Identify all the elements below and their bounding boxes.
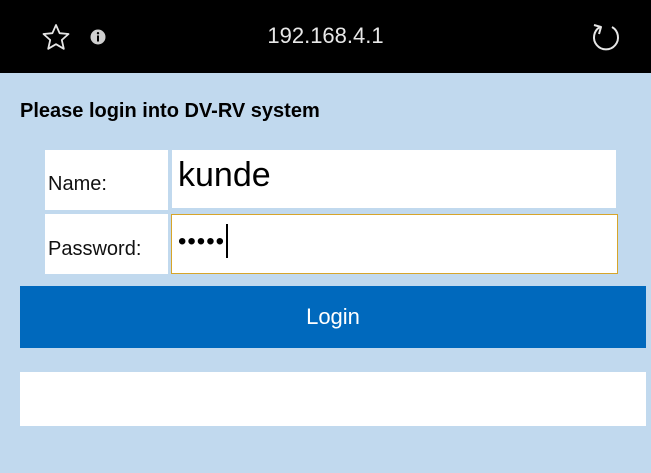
name-field[interactable]: kunde [172, 150, 616, 208]
password-field[interactable]: ••••• [171, 214, 618, 274]
browser-toolbar: 192.168.4.1 [0, 0, 651, 73]
text-caret [226, 223, 229, 258]
password-label: Password: [48, 238, 142, 260]
address-bar-url[interactable]: 192.168.4.1 [0, 22, 651, 50]
name-value: kunde [178, 156, 271, 194]
login-button[interactable]: Login [20, 286, 646, 348]
page-title: Please login into DV-RV system [20, 100, 320, 122]
reload-icon[interactable] [590, 21, 622, 53]
name-label-cell: Name: [45, 150, 168, 210]
message-box [20, 372, 646, 426]
name-label: Name: [48, 173, 107, 195]
password-value: ••••• [178, 228, 226, 255]
password-label-cell: Password: [45, 214, 168, 274]
